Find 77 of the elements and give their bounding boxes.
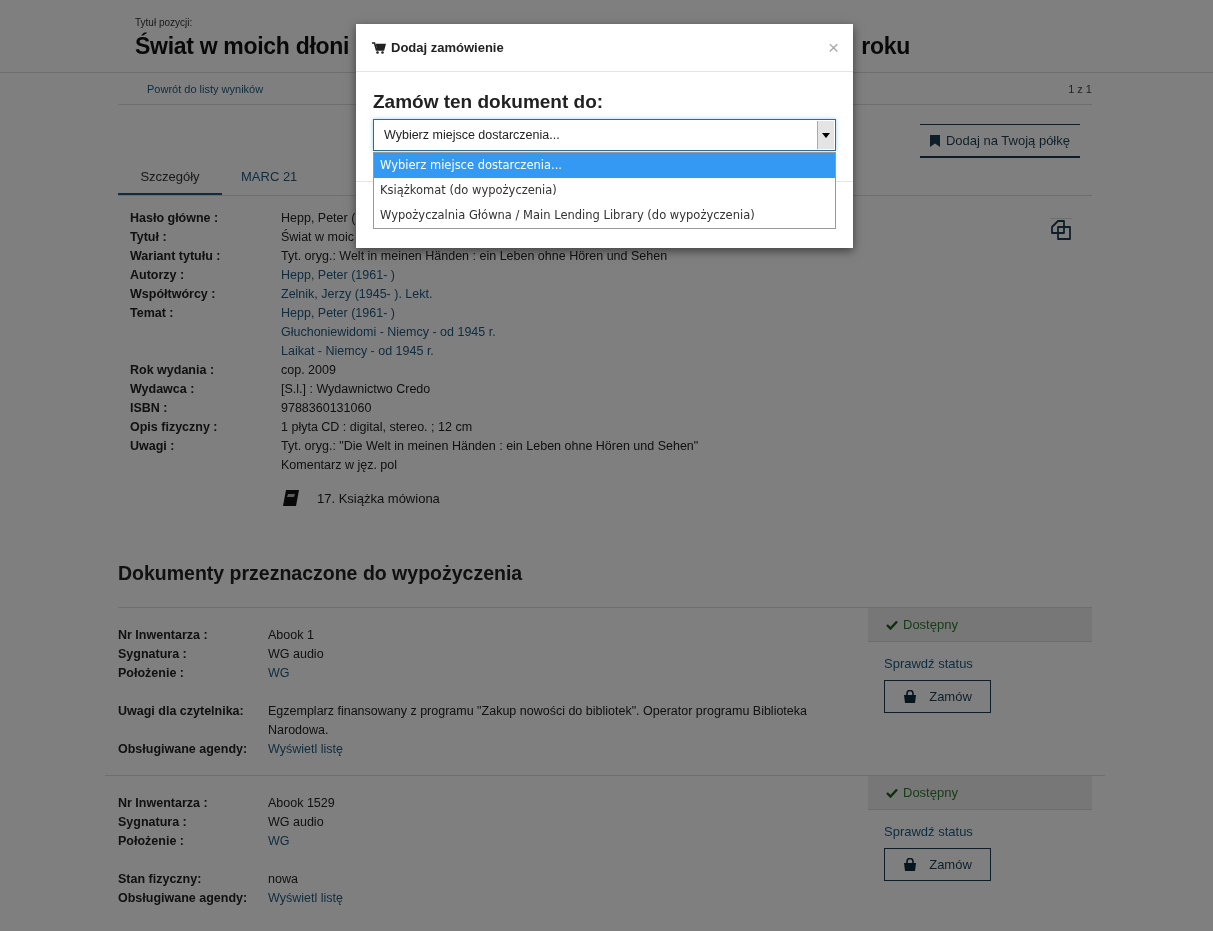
cart-icon: [372, 41, 386, 54]
field-label: Sygnatura :: [118, 814, 188, 831]
field-value: WG audio: [268, 646, 324, 663]
tab[interactable]: Szczegóły: [118, 160, 222, 195]
delivery-select[interactable]: Wybierz miejsce dostarczenia...: [373, 119, 836, 151]
field-label: Nr Inwentarza :: [118, 627, 209, 644]
field-label: Opis fizyczny :: [130, 419, 219, 436]
book-icon: [282, 489, 300, 507]
field-link[interactable]: WG: [268, 832, 290, 851]
field-label: Nr Inwentarza :: [118, 795, 209, 812]
add-to-shelf-button[interactable]: Dodaj na Twoją półkę: [919, 124, 1080, 158]
field-link[interactable]: Zelnik, Jerzy (1945- ). Lekt.: [281, 285, 433, 304]
field-label: Hasło główne :: [130, 210, 220, 227]
field-label: Obsługiwane agendy:: [118, 741, 249, 758]
title-label: Tytuł pozycji:: [135, 17, 194, 28]
check-icon: [886, 787, 898, 798]
field-value: 9788360131060: [281, 400, 372, 417]
copy-icon: [1050, 218, 1072, 241]
field-label: Uwagi dla czytelnika:: [118, 703, 245, 720]
field-value: Tyt. oryg.: Welt in meinen Händen : ein Leben ohne Hören und Sehen: [281, 248, 668, 265]
status-text: Dostępny: [903, 785, 958, 800]
field-value: Abook 1: [268, 627, 314, 644]
bookmark-icon: [929, 134, 940, 147]
page-title: roku: [861, 32, 910, 61]
field-link[interactable]: Wyświetl listę: [268, 889, 343, 908]
field-link[interactable]: Hepp, Peter (1961- ): [281, 266, 395, 285]
field-link[interactable]: WG: [268, 664, 290, 683]
order-button[interactable]: Zamów: [884, 848, 991, 881]
field-label: Stan fizyczny:: [118, 871, 203, 888]
dropdown-option[interactable]: Wypożyczalnia Główna / Main Lending Library (do wypożyczenia): [374, 203, 835, 228]
field-label: Temat :: [130, 305, 175, 322]
modal-title: Dodaj zamówienie: [391, 40, 504, 55]
caret-icon: [822, 132, 830, 138]
field-value: Świat w moic: [281, 228, 354, 246]
bag-icon: [903, 690, 918, 703]
check-icon: [886, 619, 898, 630]
field-value: Komentarz w jęz. pol: [281, 457, 398, 474]
field-link[interactable]: Laikat - Niemcy - od 1945 r.: [281, 342, 434, 361]
page-title: Świat w moich dłoni: [135, 31, 350, 61]
field-label: Obsługiwane agendy:: [118, 890, 249, 907]
field-label: Wydawca :: [130, 381, 196, 398]
bag-icon: [903, 858, 918, 871]
field-value: [S.l.] : Wydawnictwo Credo: [281, 381, 431, 398]
field-label: Sygnatura :: [118, 646, 188, 663]
field-value: WG audio: [268, 814, 324, 831]
order-button[interactable]: Zamów: [884, 680, 991, 713]
status-text: Dostępny: [903, 617, 958, 632]
field-value: cop. 2009: [281, 362, 336, 379]
field-value: 1 płyta CD : digital, stereo. ; 12 cm: [281, 419, 473, 436]
section-heading: Dokumenty przeznaczone do wypożyczenia: [118, 561, 524, 585]
field-value: Abook 1529: [268, 795, 335, 812]
field-value: Tyt. oryg.: "Die Welt in meinen Händen : ein Leben ohne Hören und Sehen": [281, 438, 699, 455]
dropdown-option[interactable]: Książkomat (do wypożyczenia): [374, 178, 835, 203]
field-value: Hepp, Peter (: [281, 210, 356, 227]
field-label: Położenie :: [118, 665, 185, 682]
field-link[interactable]: Wyświetl listę: [268, 740, 343, 759]
field-link[interactable]: Hepp, Peter (1961- ): [281, 304, 395, 323]
field-link[interactable]: Głuchoniewidomi - Niemcy - od 1945 r.: [281, 323, 496, 342]
close-button[interactable]: ×: [823, 37, 843, 58]
field-value: nowa: [268, 871, 298, 888]
tab[interactable]: MARC 21: [222, 160, 317, 195]
field-label: ISBN :: [130, 400, 169, 417]
field-label: Współtwórcy :: [130, 286, 217, 303]
field-label: Rok wydania :: [130, 362, 216, 379]
field-label: Uwagi :: [130, 438, 176, 455]
dropdown-option[interactable]: Wybierz miejsce dostarczenia...: [374, 153, 835, 178]
field-label: Położenie :: [118, 833, 185, 850]
field-label: Autorzy :: [130, 267, 186, 284]
modal-heading: Zamów ten dokument do:: [373, 90, 605, 114]
field-value: Egzemplarz finansowany z programu "Zakup nowości do bibliotek". Operator programu Biblioteka Narodowa.: [268, 703, 808, 739]
check-status-link[interactable]: Sprawdź status: [884, 656, 973, 671]
back-link[interactable]: Powrót do listy wyników: [147, 82, 264, 95]
format-text: 17. Książka mówiona: [317, 490, 440, 506]
field-label: Wariant tytułu :: [130, 248, 222, 265]
pager-text: 1 z 1: [1068, 82, 1092, 95]
field-label: Tytuł :: [130, 229, 168, 246]
check-status-link[interactable]: Sprawdź status: [884, 824, 973, 839]
